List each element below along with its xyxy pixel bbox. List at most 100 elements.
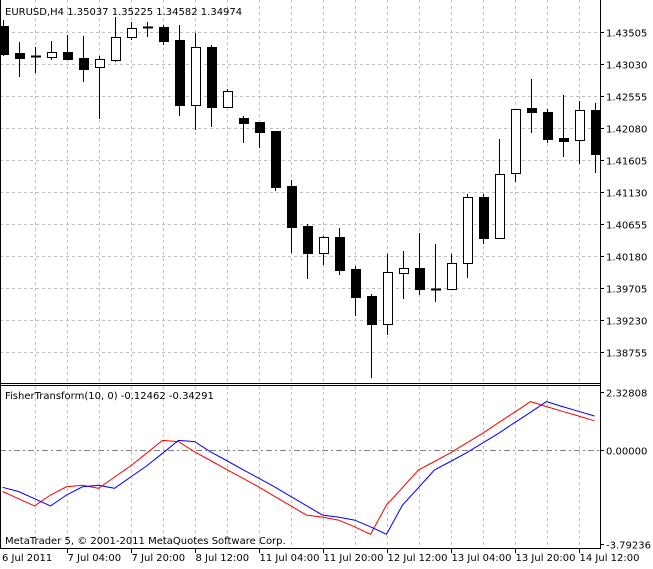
candle-body: [207, 47, 217, 108]
bear-candle: [159, 24, 169, 46]
candle-body: [287, 186, 297, 228]
signal-line: [2, 401, 595, 535]
bull-candle: [383, 253, 393, 336]
bear-candle: [287, 180, 297, 253]
candle-body: [559, 138, 569, 142]
candle-body: [351, 269, 361, 298]
bull-candle: [575, 100, 585, 164]
bull-candle: [111, 16, 121, 62]
candle-body: [463, 197, 473, 264]
bear-candle: [255, 122, 265, 149]
candle-body: [175, 40, 185, 106]
time-axis-label: 13 Jul 04:00: [452, 553, 512, 564]
bull-candle: [399, 251, 409, 299]
bear-candle: [207, 45, 217, 127]
price-axis-label: 1.43030: [606, 61, 647, 72]
candle-body: [0, 26, 9, 55]
price-axis-label: 1.38755: [606, 349, 647, 360]
price-axis-label: 1.41130: [606, 189, 647, 200]
indicator-axis-label: -3.79236: [606, 541, 651, 552]
symbol-header: EURUSD,H4 1.35037 1.35225 1.34582 1.3497…: [5, 7, 242, 18]
bull-candle: [47, 41, 57, 61]
bear-candle: [79, 35, 89, 82]
price-axis-label: 1.40180: [606, 253, 647, 264]
bull-candle: [191, 33, 201, 131]
candle-body: [95, 59, 105, 68]
time-axis-label: 7 Jul 04:00: [68, 553, 122, 564]
chart-canvas: 1.43505 1.43030 1.42555 1.42080 1.41605 1.411…: [0, 0, 651, 564]
candle-body: [79, 58, 89, 70]
candle-body: [271, 131, 281, 188]
bear-candle: [479, 194, 489, 245]
candle-body: [527, 108, 537, 113]
bear-candle: [543, 109, 553, 144]
candle-body: [335, 237, 345, 271]
bear-candle: [63, 35, 73, 61]
price-axis-label: 1.42080: [606, 125, 647, 136]
bull-candle: [31, 47, 41, 74]
bear-candle: [415, 232, 425, 296]
candles: [0, 16, 601, 379]
bull-candle: [511, 109, 521, 182]
candle-body: [543, 112, 553, 140]
indicator-axis-label: 2.32808: [606, 389, 647, 400]
candle-body: [223, 91, 233, 108]
candle-body: [591, 110, 601, 155]
candle-body: [399, 268, 409, 274]
candle-body: [383, 272, 393, 325]
candle-body: [479, 197, 489, 239]
price-axis-label: 1.39705: [606, 285, 647, 296]
time-axis-label: 7 Jul 20:00: [132, 553, 186, 564]
time-axis-label: 13 Jul 20:00: [516, 553, 576, 564]
candle-body: [511, 109, 521, 174]
bull-candle: [223, 88, 233, 108]
candle-body: [319, 237, 329, 254]
candle-body: [415, 268, 425, 290]
bear-candle: [527, 79, 537, 133]
candle-body: [191, 47, 201, 106]
candle-body: [303, 226, 313, 254]
candle-body: [255, 122, 265, 133]
indicator-axis-label: 0.00000: [606, 447, 647, 458]
time-axis-label: 11 Jul 04:00: [260, 553, 320, 564]
bull-candle: [143, 22, 153, 37]
fisher-line: [2, 401, 595, 535]
time-axis-label: 14 Jul 12:00: [580, 553, 640, 564]
candle-body: [239, 118, 249, 124]
candle-body: [15, 53, 25, 59]
bear-candle: [175, 24, 185, 117]
price-axis-label: 1.41605: [606, 157, 647, 168]
price-axis-label: 1.40655: [606, 221, 647, 232]
bear-candle: [367, 293, 377, 379]
candle-body: [63, 52, 73, 60]
candle-body: [575, 110, 585, 141]
bear-candle: [15, 41, 25, 78]
candle-body: [111, 37, 121, 61]
bull-candle: [319, 235, 329, 266]
candle-body: [159, 27, 169, 42]
bull-candle: [463, 194, 473, 279]
candle-body: [367, 296, 377, 325]
indicator-label: FisherTransform(10, 0) -0.12462 -0.34291: [5, 391, 214, 402]
candle-body: [495, 174, 505, 239]
bull-candle: [431, 244, 441, 303]
bear-candle: [351, 266, 361, 317]
indicator-lines: [2, 401, 595, 535]
copyright-text: MetaTrader 5, © 2001-2011 MetaQuotes Sof…: [5, 536, 286, 547]
bull-candle: [447, 253, 457, 291]
bull-candle: [495, 138, 505, 239]
time-axis-label: 6 Jul 2011: [2, 553, 52, 564]
bear-candle: [271, 131, 281, 191]
bull-candle: [95, 55, 105, 120]
candle-body: [447, 263, 457, 290]
price-axis-label: 1.43505: [606, 29, 647, 40]
bear-candle: [303, 224, 313, 280]
bull-candle: [127, 22, 137, 41]
price-axis-label: 1.39230: [606, 317, 647, 328]
bear-candle: [239, 116, 249, 144]
bear-candle: [335, 227, 345, 275]
bear-candle: [559, 94, 569, 157]
time-axis-label: 11 Jul 20:00: [324, 553, 384, 564]
grid: [0, 0, 600, 548]
time-axis-label: 8 Jul 12:00: [196, 553, 250, 564]
